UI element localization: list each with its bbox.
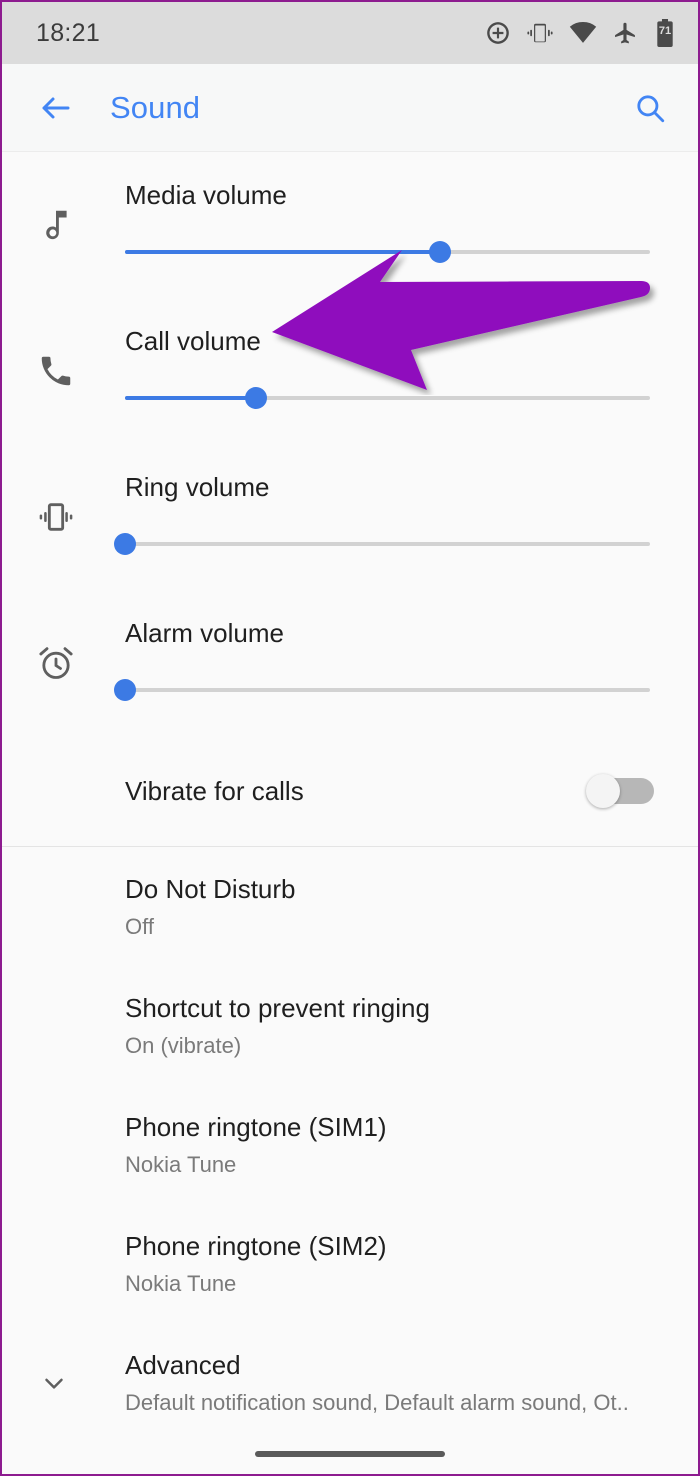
alarm-clock-icon xyxy=(32,639,80,687)
status-bar-icons: 71 xyxy=(485,19,676,47)
dnd-add-icon xyxy=(487,22,509,44)
ring-volume-row[interactable]: Ring volume xyxy=(2,444,698,590)
ring-volume-slider[interactable] xyxy=(114,533,650,555)
list-item-title: Phone ringtone (SIM1) xyxy=(125,1112,387,1142)
wifi-icon xyxy=(569,22,597,43)
list-item-title: Shortcut to prevent ringing xyxy=(125,993,430,1023)
slider-thumb[interactable] xyxy=(114,679,136,701)
alarm-volume-row[interactable]: Alarm volume xyxy=(2,590,698,736)
list-item-shortcut-to-prevent-ringing[interactable]: Shortcut to prevent ringing On (vibrate) xyxy=(2,966,698,1085)
gesture-navigation-bar[interactable] xyxy=(255,1451,445,1457)
battery-level-text: 71 xyxy=(659,25,671,37)
vibrate-icon xyxy=(527,23,553,43)
search-icon xyxy=(637,94,665,122)
list-item-title: Do Not Disturb xyxy=(125,874,296,904)
list-item-subtitle: On (vibrate) xyxy=(125,1032,242,1058)
list-item-phone-ringtone-sim1[interactable]: Phone ringtone (SIM1) Nokia Tune xyxy=(2,1085,698,1204)
list-item-subtitle: Nokia Tune xyxy=(125,1270,237,1296)
phone-screen: 18:21 71 Sound Media volume Call volume … xyxy=(0,0,700,1476)
slider-track xyxy=(125,542,650,546)
chevron-down-icon xyxy=(34,1363,74,1403)
list-item-title: Phone ringtone (SIM2) xyxy=(125,1231,387,1261)
vibrate-for-calls-toggle[interactable] xyxy=(586,774,654,808)
call-volume-slider[interactable] xyxy=(125,387,650,409)
phone-icon xyxy=(32,347,80,395)
airplane-mode-icon xyxy=(615,22,635,43)
back-arrow-icon xyxy=(42,97,70,118)
list-item-subtitle: Off xyxy=(125,913,154,939)
vibrate-for-calls-label: Vibrate for calls xyxy=(125,775,304,806)
slider-track xyxy=(125,688,650,692)
list-item-do-not-disturb[interactable]: Do Not Disturb Off xyxy=(2,847,698,966)
media-volume-row[interactable]: Media volume xyxy=(2,152,698,298)
call-volume-row[interactable]: Call volume xyxy=(2,298,698,444)
status-bar-clock: 18:21 xyxy=(36,18,101,47)
list-item-title: Advanced xyxy=(125,1350,241,1380)
search-button[interactable] xyxy=(628,86,672,130)
slider-thumb[interactable] xyxy=(429,241,451,263)
slider-thumb[interactable] xyxy=(245,387,268,409)
list-item-advanced[interactable]: Advanced Default notification sound, Def… xyxy=(2,1323,698,1442)
app-bar: Sound xyxy=(2,64,698,152)
ring-volume-label: Ring volume xyxy=(125,472,270,502)
toggle-thumb xyxy=(586,774,620,808)
list-item-subtitle: Default notification sound, Default alar… xyxy=(125,1389,629,1415)
music-note-icon xyxy=(32,201,80,249)
battery-icon: 71 xyxy=(657,19,673,47)
settings-list: Media volume Call volume Ring volume Ala… xyxy=(2,152,698,1474)
back-button[interactable] xyxy=(34,86,78,130)
vibrate-for-calls-row[interactable]: Vibrate for calls xyxy=(2,736,698,846)
media-volume-slider[interactable] xyxy=(125,241,650,263)
list-item-subtitle: Nokia Tune xyxy=(125,1151,237,1177)
call-volume-label: Call volume xyxy=(125,326,261,356)
vibrate-icon xyxy=(32,493,80,541)
slider-fill xyxy=(125,396,257,400)
status-bar: 18:21 71 xyxy=(2,2,698,64)
alarm-volume-label: Alarm volume xyxy=(125,618,284,648)
media-volume-label: Media volume xyxy=(125,180,287,210)
slider-fill xyxy=(125,250,440,254)
list-item-phone-ringtone-sim2[interactable]: Phone ringtone (SIM2) Nokia Tune xyxy=(2,1204,698,1323)
slider-thumb[interactable] xyxy=(114,533,136,555)
alarm-volume-slider[interactable] xyxy=(114,679,650,701)
page-title: Sound xyxy=(110,89,201,125)
